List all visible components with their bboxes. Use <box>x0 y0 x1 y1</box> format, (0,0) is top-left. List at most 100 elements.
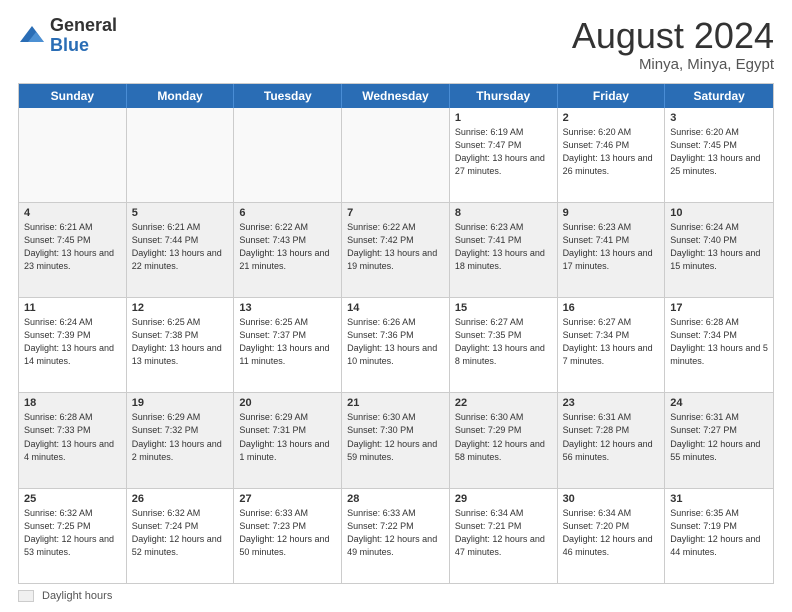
day-info: Sunrise: 6:20 AM Sunset: 7:45 PM Dayligh… <box>670 126 768 178</box>
calendar-cell: 25 Sunrise: 6:32 AM Sunset: 7:25 PM Dayli… <box>19 489 127 583</box>
day-info: Sunrise: 6:24 AM Sunset: 7:40 PM Dayligh… <box>670 221 768 273</box>
day-number: 31 <box>670 493 768 505</box>
calendar-cell: 11Sunrise: 6:24 AM Sunset: 7:39 PM Dayli… <box>19 298 127 392</box>
calendar-cell: 28 Sunrise: 6:33 AM Sunset: 7:22 PM Dayli… <box>342 489 450 583</box>
calendar-cell: 14Sunrise: 6:26 AM Sunset: 7:36 PM Dayli… <box>342 298 450 392</box>
day-number: 11 <box>24 302 121 314</box>
calendar-cell: 26 Sunrise: 6:32 AM Sunset: 7:24 PM Dayli… <box>127 489 235 583</box>
day-number: 21 <box>347 397 444 409</box>
calendar-cell <box>127 108 235 202</box>
day-number: 1 <box>455 112 552 124</box>
day-info: Sunrise: 6:26 AM Sunset: 7:36 PM Dayligh… <box>347 316 444 368</box>
day-number: 19 <box>132 397 229 409</box>
logo-blue: Blue <box>50 35 89 55</box>
calendar-cell: 13 Sunrise: 6:25 AM Sunset: 7:37 PM Dayli… <box>234 298 342 392</box>
day-number: 25 <box>24 493 121 505</box>
day-number: 16 <box>563 302 660 314</box>
calendar-cell: 29Sunrise: 6:34 AM Sunset: 7:21 PM Dayli… <box>450 489 558 583</box>
logo: General Blue <box>18 16 117 56</box>
day-info: Sunrise: 6:25 AM Sunset: 7:37 PM Dayligh… <box>239 316 336 368</box>
calendar-row-0: 1 Sunrise: 6:19 AM Sunset: 7:47 PM Daylig… <box>19 108 773 202</box>
day-number: 8 <box>455 207 552 219</box>
day-info: Sunrise: 6:30 AM Sunset: 7:30 PM Dayligh… <box>347 411 444 463</box>
day-info: Sunrise: 6:33 AM Sunset: 7:23 PM Dayligh… <box>239 507 336 559</box>
day-number: 24 <box>670 397 768 409</box>
calendar-cell: 31 Sunrise: 6:35 AM Sunset: 7:19 PM Dayli… <box>665 489 773 583</box>
calendar-row-2: 11Sunrise: 6:24 AM Sunset: 7:39 PM Dayli… <box>19 297 773 392</box>
calendar-cell: 27 Sunrise: 6:33 AM Sunset: 7:23 PM Dayli… <box>234 489 342 583</box>
calendar-cell: 19 Sunrise: 6:29 AM Sunset: 7:32 PM Dayli… <box>127 393 235 487</box>
day-info: Sunrise: 6:33 AM Sunset: 7:22 PM Dayligh… <box>347 507 444 559</box>
day-info: Sunrise: 6:23 AM Sunset: 7:41 PM Dayligh… <box>563 221 660 273</box>
page: General Blue August 2024 Minya, Minya, E… <box>0 0 792 612</box>
day-info: Sunrise: 6:22 AM Sunset: 7:42 PM Dayligh… <box>347 221 444 273</box>
calendar-cell: 3Sunrise: 6:20 AM Sunset: 7:45 PM Daylig… <box>665 108 773 202</box>
day-number: 30 <box>563 493 660 505</box>
day-number: 10 <box>670 207 768 219</box>
header-cell-monday: Monday <box>127 84 235 108</box>
title-area: August 2024 Minya, Minya, Egypt <box>572 16 774 73</box>
calendar-cell: 1 Sunrise: 6:19 AM Sunset: 7:47 PM Daylig… <box>450 108 558 202</box>
calendar-cell: 22Sunrise: 6:30 AM Sunset: 7:29 PM Dayli… <box>450 393 558 487</box>
day-info: Sunrise: 6:27 AM Sunset: 7:35 PM Dayligh… <box>455 316 552 368</box>
calendar: SundayMondayTuesdayWednesdayThursdayFrid… <box>18 83 774 584</box>
calendar-cell: 2Sunrise: 6:20 AM Sunset: 7:46 PM Daylig… <box>558 108 666 202</box>
location: Minya, Minya, Egypt <box>572 56 774 73</box>
calendar-cell: 30 Sunrise: 6:34 AM Sunset: 7:20 PM Dayli… <box>558 489 666 583</box>
logo-icon <box>18 22 46 50</box>
calendar-cell: 5 Sunrise: 6:21 AM Sunset: 7:44 PM Daylig… <box>127 203 235 297</box>
calendar-row-3: 18 Sunrise: 6:28 AM Sunset: 7:33 PM Dayli… <box>19 392 773 487</box>
logo-general: General <box>50 15 117 35</box>
calendar-cell <box>234 108 342 202</box>
calendar-cell: 21 Sunrise: 6:30 AM Sunset: 7:30 PM Dayli… <box>342 393 450 487</box>
calendar-cell: 4Sunrise: 6:21 AM Sunset: 7:45 PM Daylig… <box>19 203 127 297</box>
day-info: Sunrise: 6:30 AM Sunset: 7:29 PM Dayligh… <box>455 411 552 463</box>
day-number: 18 <box>24 397 121 409</box>
day-info: Sunrise: 6:32 AM Sunset: 7:24 PM Dayligh… <box>132 507 229 559</box>
footer: Daylight hours <box>18 590 774 602</box>
daylight-label: Daylight hours <box>42 590 112 602</box>
calendar-cell: 20 Sunrise: 6:29 AM Sunset: 7:31 PM Dayli… <box>234 393 342 487</box>
day-number: 28 <box>347 493 444 505</box>
calendar-cell: 23Sunrise: 6:31 AM Sunset: 7:28 PM Dayli… <box>558 393 666 487</box>
day-info: Sunrise: 6:25 AM Sunset: 7:38 PM Dayligh… <box>132 316 229 368</box>
day-info: Sunrise: 6:31 AM Sunset: 7:27 PM Dayligh… <box>670 411 768 463</box>
day-number: 5 <box>132 207 229 219</box>
daylight-box <box>18 590 34 602</box>
day-number: 9 <box>563 207 660 219</box>
day-info: Sunrise: 6:23 AM Sunset: 7:41 PM Dayligh… <box>455 221 552 273</box>
day-number: 15 <box>455 302 552 314</box>
header-cell-tuesday: Tuesday <box>234 84 342 108</box>
day-number: 26 <box>132 493 229 505</box>
day-info: Sunrise: 6:19 AM Sunset: 7:47 PM Dayligh… <box>455 126 552 178</box>
day-info: Sunrise: 6:29 AM Sunset: 7:32 PM Dayligh… <box>132 411 229 463</box>
day-info: Sunrise: 6:29 AM Sunset: 7:31 PM Dayligh… <box>239 411 336 463</box>
day-info: Sunrise: 6:31 AM Sunset: 7:28 PM Dayligh… <box>563 411 660 463</box>
day-info: Sunrise: 6:35 AM Sunset: 7:19 PM Dayligh… <box>670 507 768 559</box>
calendar-cell: 16 Sunrise: 6:27 AM Sunset: 7:34 PM Dayli… <box>558 298 666 392</box>
day-info: Sunrise: 6:34 AM Sunset: 7:21 PM Dayligh… <box>455 507 552 559</box>
day-info: Sunrise: 6:32 AM Sunset: 7:25 PM Dayligh… <box>24 507 121 559</box>
day-number: 20 <box>239 397 336 409</box>
header-cell-sunday: Sunday <box>19 84 127 108</box>
day-info: Sunrise: 6:28 AM Sunset: 7:33 PM Dayligh… <box>24 411 121 463</box>
day-info: Sunrise: 6:20 AM Sunset: 7:46 PM Dayligh… <box>563 126 660 178</box>
calendar-cell: 10 Sunrise: 6:24 AM Sunset: 7:40 PM Dayli… <box>665 203 773 297</box>
day-number: 7 <box>347 207 444 219</box>
day-info: Sunrise: 6:34 AM Sunset: 7:20 PM Dayligh… <box>563 507 660 559</box>
logo-text: General Blue <box>50 16 117 56</box>
calendar-body: 1 Sunrise: 6:19 AM Sunset: 7:47 PM Daylig… <box>19 108 773 583</box>
day-number: 13 <box>239 302 336 314</box>
day-info: Sunrise: 6:21 AM Sunset: 7:44 PM Dayligh… <box>132 221 229 273</box>
header-cell-friday: Friday <box>558 84 666 108</box>
calendar-cell: 8 Sunrise: 6:23 AM Sunset: 7:41 PM Daylig… <box>450 203 558 297</box>
calendar-cell: 17Sunrise: 6:28 AM Sunset: 7:34 PM Dayli… <box>665 298 773 392</box>
day-info: Sunrise: 6:21 AM Sunset: 7:45 PM Dayligh… <box>24 221 121 273</box>
day-info: Sunrise: 6:27 AM Sunset: 7:34 PM Dayligh… <box>563 316 660 368</box>
day-number: 6 <box>239 207 336 219</box>
calendar-header: SundayMondayTuesdayWednesdayThursdayFrid… <box>19 84 773 108</box>
calendar-row-1: 4Sunrise: 6:21 AM Sunset: 7:45 PM Daylig… <box>19 202 773 297</box>
day-number: 27 <box>239 493 336 505</box>
calendar-cell: 6Sunrise: 6:22 AM Sunset: 7:43 PM Daylig… <box>234 203 342 297</box>
calendar-cell: 18 Sunrise: 6:28 AM Sunset: 7:33 PM Dayli… <box>19 393 127 487</box>
